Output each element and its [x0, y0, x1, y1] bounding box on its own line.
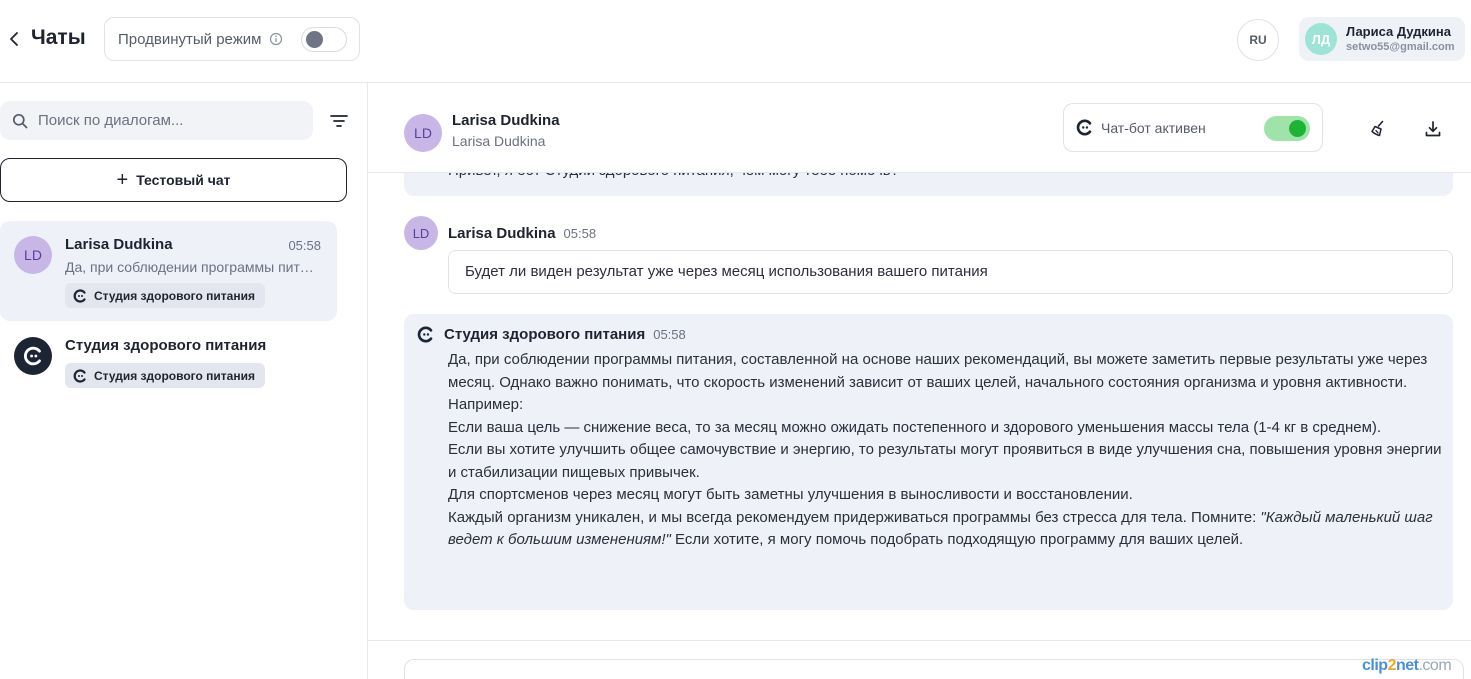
message-time: 05:58: [653, 327, 686, 342]
dialog-name: Larisa Dudkina: [65, 236, 173, 253]
clip2net-watermark: clip2net.com: [1362, 657, 1452, 675]
test-chat-label: Тестовый чат: [136, 172, 231, 188]
user-name: Лариса Дудкина: [1346, 24, 1451, 39]
message-input[interactable]: [404, 659, 1464, 679]
bot-avatar: [14, 337, 52, 375]
search-input[interactable]: [38, 112, 298, 129]
avatar: LD: [404, 114, 442, 152]
user-avatar: ЛД: [1305, 23, 1337, 55]
switch-knob: [306, 31, 323, 48]
chevron-left-icon: [10, 32, 18, 46]
download-button[interactable]: [1422, 118, 1444, 140]
language-button[interactable]: RU: [1237, 19, 1279, 61]
message-line-text: Каждый организм уникален, и мы всегда ре…: [448, 508, 1261, 526]
dialog-item[interactable]: LD Larisa Dudkina 05:58 Да, при соблюден…: [0, 221, 337, 321]
dialog-item[interactable]: Студия здорового питания Студия здоровог…: [0, 325, 337, 395]
message-line: Если вы хотите улучшить общее самочувств…: [448, 441, 1442, 481]
message-author: Студия здорового питания: [444, 326, 646, 343]
avatar: LD: [404, 216, 438, 250]
composer-area: [368, 640, 1471, 679]
switch-knob: [1289, 120, 1306, 137]
bot-logo-icon: [73, 288, 87, 303]
advanced-mode-label: Продвинутый режим: [118, 30, 262, 48]
watermark-part: net: [1395, 657, 1419, 674]
advanced-mode-toggle[interactable]: Продвинутый режим: [104, 17, 360, 61]
download-icon: [1425, 121, 1441, 137]
message-line: Для спортсменов через месяц могут быть з…: [448, 486, 1133, 503]
message-line: Да, при соблюдении программы питания, со…: [448, 351, 1428, 391]
search-icon: [12, 113, 28, 128]
avatar: LD: [14, 236, 52, 274]
bot-logo-icon: [24, 346, 41, 366]
channel-tag-label: Студия здорового питания: [94, 368, 255, 383]
bot-message-text: Да, при соблюдении программы питания, со…: [448, 349, 1443, 552]
plus-icon: +: [116, 169, 129, 191]
search-box[interactable]: [0, 101, 313, 140]
watermark-part: 2: [1387, 657, 1397, 674]
dialogs-sidebar: + Тестовый чат LD Larisa Dudkina 05:58 Д…: [0, 83, 368, 679]
filter-button[interactable]: [328, 111, 350, 131]
user-email: setwo55@gmail.com: [1346, 41, 1455, 53]
top-bar: Чаты Продвинутый режим RU ЛД Лариса Дудк…: [0, 0, 1471, 83]
bot-message: Студия здорового питания 05:58 Да, при с…: [404, 314, 1453, 610]
channel-tag-label: Студия здорового питания: [94, 288, 255, 303]
info-icon[interactable]: [269, 32, 283, 46]
message-header: LD Larisa Dudkina 05:58: [404, 216, 596, 250]
chat-header: LD Larisa Dudkina Larisa Dudkina Чат-бот…: [368, 83, 1471, 173]
message-time: 05:58: [563, 225, 597, 241]
back-button[interactable]: [4, 27, 24, 51]
channel-tag: Студия здорового питания: [65, 283, 265, 308]
dialog-name: Студия здорового питания: [65, 337, 267, 354]
chat-panel: Привет, я бот Студии здорового питания, …: [368, 83, 1471, 679]
chatbot-status-card: Чат-бот активен: [1063, 103, 1323, 152]
clear-chat-icon: [1371, 120, 1384, 137]
message-line: Например:: [448, 396, 524, 413]
dialog-preview: Да, при соблюдении программы питания, со…: [65, 259, 320, 275]
page-title: Чаты: [31, 26, 86, 49]
chatbot-status-label: Чат-бот активен: [1101, 119, 1206, 136]
dialog-time: 05:58: [288, 238, 321, 253]
test-chat-button[interactable]: + Тестовый чат: [0, 158, 347, 202]
message-line-text: Если хотите, я могу помочь подобрать под…: [670, 531, 1244, 548]
message-author: Larisa Dudkina: [448, 224, 556, 242]
contact-name: Larisa Dudkina: [452, 112, 560, 129]
filter-icon: [330, 115, 348, 127]
channel-tag: Студия здорового питания: [65, 363, 265, 388]
message-line: Каждый организм уникален, и мы всегда ре…: [448, 507, 1443, 552]
chatbot-switch[interactable]: [1264, 116, 1310, 141]
clear-chat-button[interactable]: [1367, 118, 1389, 140]
advanced-mode-switch[interactable]: [301, 27, 347, 52]
message-line: Если ваша цель — снижение веса, то за ме…: [448, 418, 1382, 436]
contact-subtitle: Larisa Dudkina: [452, 133, 546, 149]
user-message: Будет ли виден результат уже через месяц…: [448, 250, 1453, 294]
user-profile-button[interactable]: ЛД Лариса Дудкина setwo55@gmail.com: [1299, 17, 1465, 61]
bot-logo-icon: [73, 368, 87, 383]
message-header: Студия здорового питания 05:58: [417, 326, 686, 343]
watermark-part: .com: [1418, 657, 1452, 674]
bot-logo-icon: [1076, 119, 1092, 136]
watermark-part: clip: [1362, 657, 1388, 674]
bot-logo-icon: [417, 326, 433, 343]
